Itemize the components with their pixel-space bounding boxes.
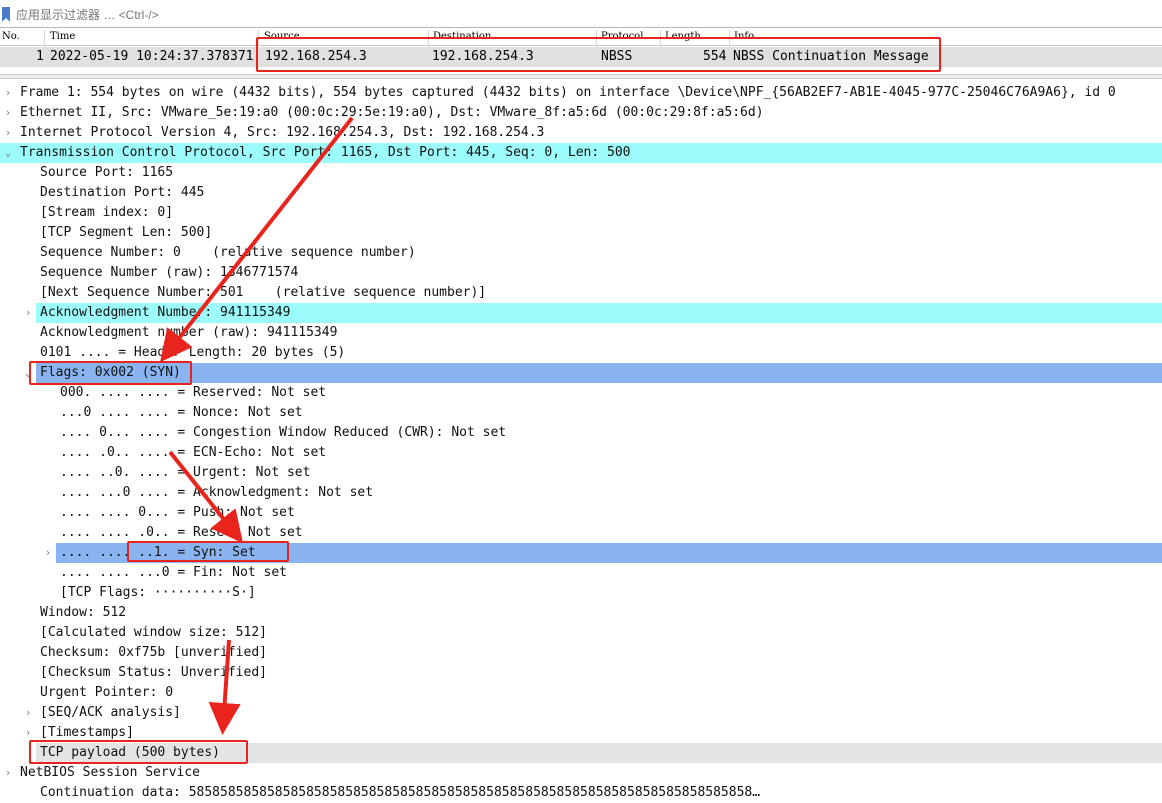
arrow-to-syn <box>168 450 243 544</box>
annotation-arrows <box>160 116 354 735</box>
arrow-to-flags <box>160 116 354 363</box>
arrow-to-payload <box>208 639 241 735</box>
